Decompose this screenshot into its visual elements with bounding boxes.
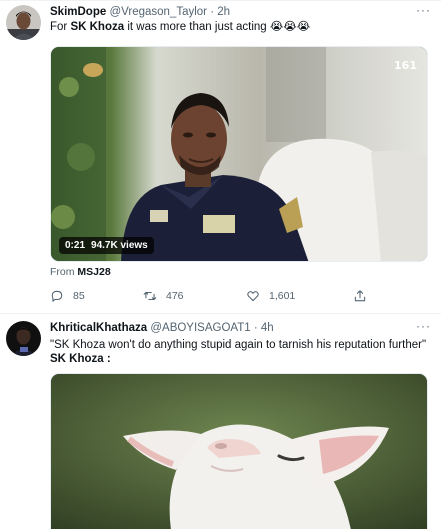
tweet-text-line: SK Khoza : <box>50 353 111 365</box>
video-player[interactable]: 161 0:21 94.7K views <box>50 46 428 262</box>
tweet-text-suffix: it was more than just acting 😭😭😭 <box>124 21 311 33</box>
display-name[interactable]: SkimDope <box>50 6 106 18</box>
tweet-text-line: "SK Khoza won't do anything stupid again… <box>50 339 427 351</box>
avatar[interactable] <box>6 5 41 40</box>
display-name[interactable]: KhriticalKhathaza <box>50 322 147 334</box>
channel-logo: 161 <box>394 59 417 72</box>
handle[interactable]: @Vregason_Taylor <box>109 6 207 18</box>
goat-image <box>51 374 427 529</box>
timestamp[interactable]: 4h <box>261 322 274 334</box>
share-button[interactable] <box>353 288 376 304</box>
tweet-text: For SK Khoza it was more than just actin… <box>50 20 310 34</box>
video-thumbnail <box>51 47 427 261</box>
timestamp[interactable]: 2h <box>217 6 230 18</box>
video-duration-badge: 0:21 94.7K views <box>59 237 154 254</box>
avatar[interactable] <box>6 321 41 356</box>
video-duration: 0:21 <box>65 240 86 251</box>
reply-button[interactable]: 85 <box>50 288 85 304</box>
tweet[interactable]: KhriticalKhathaza @ABOYISAGOAT1 · 4h ···… <box>0 313 441 529</box>
like-button[interactable]: 1,601 <box>246 288 295 304</box>
tweet-image[interactable] <box>50 373 428 529</box>
reply-count: 85 <box>73 290 85 302</box>
tweet-actions: 85 476 1,601 <box>50 288 370 304</box>
tweet-header: KhriticalKhathaza @ABOYISAGOAT1 · 4h <box>50 321 274 335</box>
like-count: 1,601 <box>269 290 296 302</box>
tweet-text-bold: SK Khoza <box>70 21 125 33</box>
more-horizontal-icon[interactable]: ··· <box>416 320 431 332</box>
retweet-icon <box>143 291 157 301</box>
video-source: From MSJ28 <box>50 266 111 279</box>
heart-icon <box>247 291 259 302</box>
retweet-button[interactable]: 476 <box>143 288 184 304</box>
video-views: 94.7K views <box>91 240 148 251</box>
dot-separator: · <box>210 6 215 18</box>
tweet-text-prefix: For <box>50 21 71 33</box>
from-source-link[interactable]: MSJ28 <box>77 266 110 278</box>
tweet[interactable]: SkimDope @Vregason_Taylor · 2h ··· For S… <box>0 0 441 313</box>
dot-separator: · <box>253 322 258 334</box>
reply-icon <box>51 290 63 302</box>
more-horizontal-icon[interactable]: ··· <box>416 4 431 16</box>
handle[interactable]: @ABOYISAGOAT1 <box>150 322 250 334</box>
tweet-header: SkimDope @Vregason_Taylor · 2h <box>50 5 230 19</box>
retweet-count: 476 <box>166 290 184 302</box>
share-icon <box>354 290 366 302</box>
from-label: From <box>50 266 75 278</box>
